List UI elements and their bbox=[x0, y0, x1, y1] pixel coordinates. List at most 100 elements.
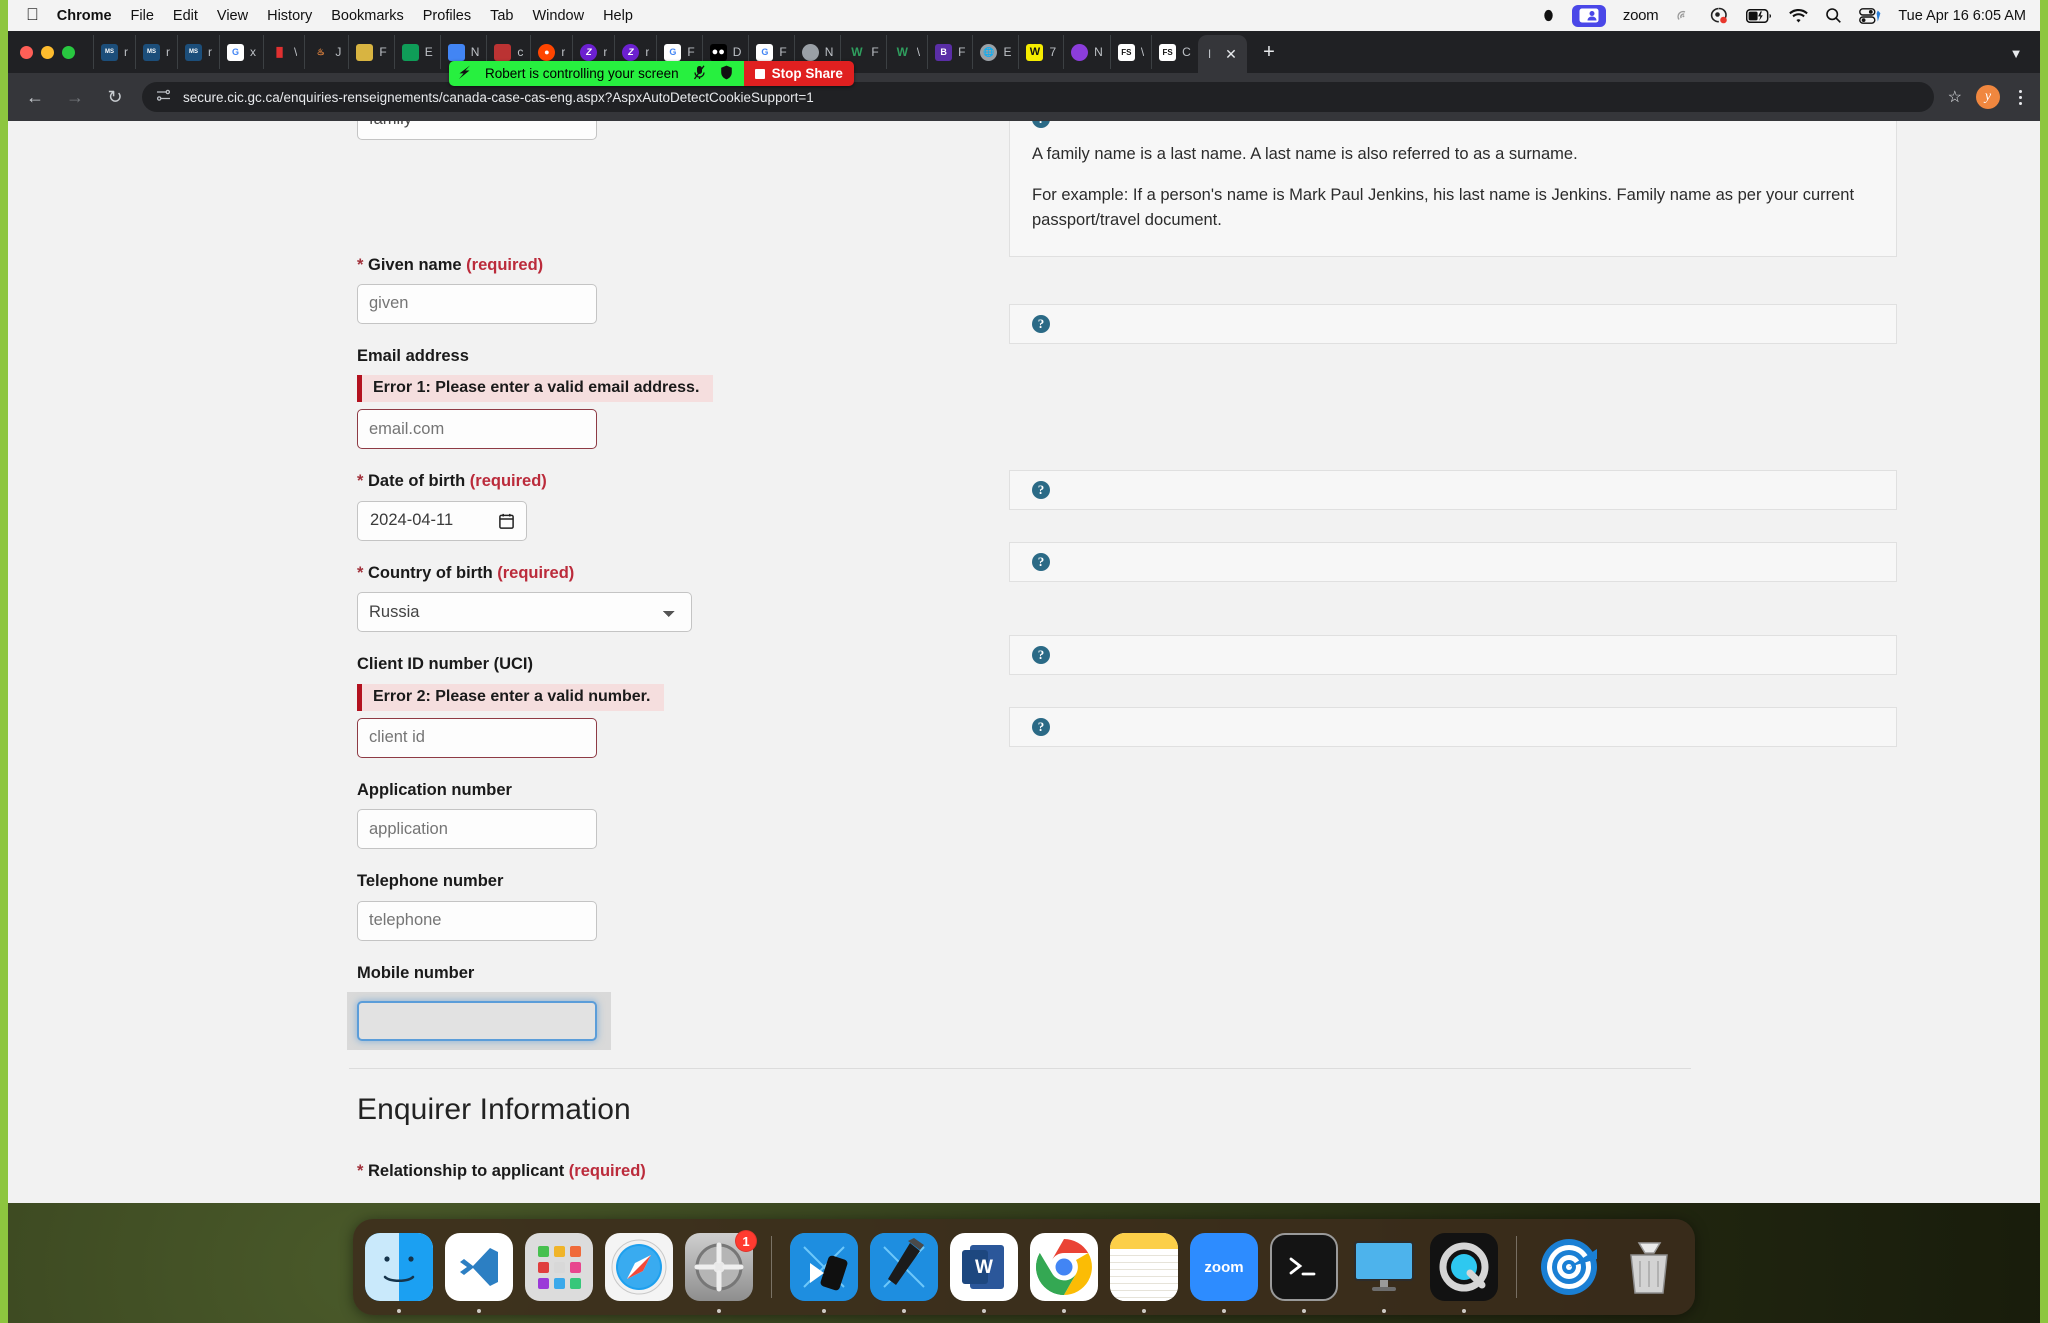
forward-arrow-icon[interactable]: → bbox=[62, 84, 88, 110]
dock-item-finder[interactable] bbox=[365, 1233, 433, 1313]
menu-profiles[interactable]: Profiles bbox=[423, 8, 471, 24]
new-tab-button[interactable]: + bbox=[1255, 38, 1283, 66]
running-indicator bbox=[1222, 1309, 1226, 1313]
zoom-dock-label: zoom bbox=[1204, 1258, 1244, 1276]
dock-item-airport-utility[interactable] bbox=[1535, 1233, 1603, 1301]
browser-tab[interactable]: 🌐 E bbox=[972, 35, 1018, 69]
menu-history[interactable]: History bbox=[267, 8, 312, 24]
menu-help[interactable]: Help bbox=[603, 8, 633, 24]
maximize-window-button[interactable] bbox=[62, 45, 75, 59]
menubar-clock[interactable]: Tue Apr 16 6:05 AM bbox=[1898, 8, 2026, 24]
close-window-button[interactable] bbox=[20, 45, 33, 59]
dock-item-terminal[interactable] bbox=[1270, 1233, 1338, 1313]
country-select[interactable]: Russia bbox=[357, 592, 692, 633]
spotlight-search-icon[interactable] bbox=[1825, 7, 1842, 24]
menu-view[interactable]: View bbox=[217, 8, 248, 24]
dock-separator bbox=[771, 1236, 772, 1298]
browser-tab[interactable]: BF bbox=[927, 35, 972, 69]
browser-tab[interactable]: F bbox=[348, 35, 393, 69]
mobile-input[interactable] bbox=[357, 1001, 597, 1041]
dock-item-trash[interactable] bbox=[1615, 1233, 1683, 1301]
browser-tab[interactable]: ♨ J bbox=[304, 35, 348, 69]
calendar-icon[interactable] bbox=[499, 513, 514, 529]
help-question-icon[interactable]: ? bbox=[1032, 480, 1050, 499]
browser-tab[interactable]: MS r bbox=[177, 35, 219, 69]
microphone-muted-icon[interactable] bbox=[693, 64, 706, 83]
browser-tab[interactable]: E bbox=[393, 35, 440, 69]
email-input[interactable] bbox=[357, 409, 597, 450]
tab-title: \ bbox=[294, 45, 298, 59]
back-arrow-icon[interactable]: ← bbox=[22, 84, 48, 110]
dock-item-xcode[interactable] bbox=[870, 1233, 938, 1313]
menu-tab[interactable]: Tab bbox=[490, 8, 513, 24]
dock-item-quicktime[interactable] bbox=[1430, 1233, 1498, 1313]
screen-share-icon[interactable] bbox=[1571, 4, 1606, 27]
dock-item-chrome[interactable] bbox=[1030, 1233, 1098, 1313]
application-number-input[interactable] bbox=[357, 809, 597, 850]
tab-title: J bbox=[335, 45, 342, 59]
telephone-input[interactable] bbox=[357, 900, 597, 941]
close-tab-icon[interactable]: ✕ bbox=[1225, 46, 1237, 63]
dock-item-zoom[interactable]: zoom bbox=[1190, 1233, 1258, 1313]
dock-item-system-settings[interactable]: 1 bbox=[685, 1230, 757, 1313]
record-dot-icon[interactable] bbox=[1542, 9, 1555, 22]
airplay-icon[interactable] bbox=[1675, 7, 1692, 24]
screen-recording-icon[interactable] bbox=[1709, 7, 1729, 24]
browser-tab[interactable]: N bbox=[1063, 35, 1110, 69]
dob-input[interactable]: 2024-04-11 bbox=[357, 500, 527, 541]
browser-tab[interactable]: MS r bbox=[93, 35, 135, 69]
running-indicator bbox=[397, 1309, 401, 1313]
reload-icon[interactable]: ↻ bbox=[102, 84, 128, 110]
security-shield-icon[interactable] bbox=[720, 65, 733, 83]
family-name-input[interactable] bbox=[357, 121, 597, 140]
browser-tab[interactable]: Gx bbox=[219, 35, 263, 69]
menu-bookmarks[interactable]: Bookmarks bbox=[331, 8, 404, 24]
menu-chrome[interactable]: Chrome bbox=[57, 8, 112, 24]
help-question-icon[interactable]: ? bbox=[1032, 121, 1050, 128]
tab-title: F bbox=[958, 45, 966, 59]
browser-tab[interactable]: W \ bbox=[885, 35, 927, 69]
client-id-input[interactable] bbox=[357, 717, 597, 758]
tab-title: I bbox=[1207, 47, 1212, 61]
control-center-icon[interactable] bbox=[1859, 7, 1881, 24]
given-name-input[interactable] bbox=[357, 283, 597, 324]
wifi-icon[interactable] bbox=[1789, 8, 1809, 23]
browser-tab[interactable]: MS r bbox=[135, 35, 177, 69]
site-settings-icon[interactable] bbox=[156, 88, 171, 106]
menu-window[interactable]: Window bbox=[533, 8, 585, 24]
star-icon[interactable]: ☆ bbox=[1948, 87, 1962, 107]
dock-item-vscode[interactable] bbox=[445, 1233, 513, 1313]
minimize-window-button[interactable] bbox=[41, 45, 54, 59]
browser-tab[interactable]: FS \ bbox=[1109, 35, 1151, 69]
help-question-icon[interactable]: ? bbox=[1032, 717, 1050, 736]
help-paragraph: For example: If a person's name is Mark … bbox=[1032, 185, 1855, 230]
battery-charging-icon[interactable] bbox=[1746, 8, 1772, 23]
dock-item-notes[interactable] bbox=[1110, 1233, 1178, 1313]
dock-item-safari[interactable] bbox=[605, 1233, 673, 1301]
address-bar[interactable]: secure.cic.gc.ca/enquiries-renseignement… bbox=[142, 82, 1934, 112]
stop-share-button[interactable]: Stop Share bbox=[743, 61, 854, 86]
help-question-icon[interactable]: ? bbox=[1032, 552, 1050, 571]
dock-item-launchpad[interactable] bbox=[525, 1233, 593, 1301]
apple-icon[interactable]:  bbox=[26, 6, 39, 23]
menu-file[interactable]: File bbox=[131, 8, 154, 24]
dock-item-word[interactable]: W bbox=[950, 1233, 1018, 1313]
help-question-icon[interactable]: ? bbox=[1032, 645, 1050, 664]
browser-tab[interactable]: W7 bbox=[1018, 35, 1063, 69]
required-asterisk: * bbox=[357, 563, 364, 582]
zoom-menubar-label[interactable]: zoom bbox=[1623, 7, 1659, 24]
window-traffic-lights[interactable] bbox=[20, 45, 75, 59]
chevron-down-icon[interactable]: ▼ bbox=[2002, 39, 2030, 67]
browser-tab[interactable]: ▐▌ \ bbox=[263, 35, 304, 69]
tab-title: x bbox=[250, 45, 256, 59]
active-browser-tab[interactable]: I ✕ bbox=[1197, 35, 1247, 73]
browser-tab[interactable]: FS C bbox=[1151, 35, 1198, 69]
menu-edit[interactable]: Edit bbox=[173, 8, 198, 24]
dock-item-xcode-simulator[interactable] bbox=[790, 1233, 858, 1313]
profile-avatar[interactable]: y bbox=[1976, 85, 2000, 109]
family-name-field bbox=[357, 121, 819, 140]
telephone-field: Telephone number bbox=[357, 871, 819, 941]
help-question-icon[interactable]: ? bbox=[1032, 314, 1050, 333]
kebab-menu-icon[interactable] bbox=[2014, 89, 2026, 105]
dock-item-screen-sharing[interactable] bbox=[1350, 1233, 1418, 1313]
